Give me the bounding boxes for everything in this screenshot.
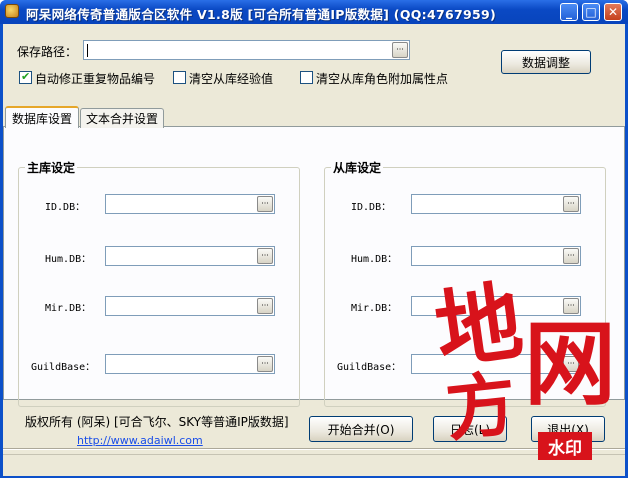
slave-hum-db-label: Hum.DB： [351, 254, 398, 265]
slave-id-db-input[interactable]: ··· [411, 194, 581, 214]
text-caret [87, 44, 88, 57]
app-window: 阿呆网络传奇普通版合区软件 V1.8版 [可合所有普通IP版数据] (QQ:47… [0, 0, 628, 478]
watermark-char-2: 网 [524, 310, 617, 418]
master-guildbase-input[interactable]: ··· [105, 354, 275, 374]
window-title: 阿呆网络传奇普通版合区软件 V1.8版 [可合所有普通IP版数据] (QQ:47… [26, 7, 496, 22]
master-db-title: 主库设定 [25, 159, 78, 176]
master-id-db-label: ID.DB： [45, 202, 86, 213]
slave-id-db-label: ID.DB： [351, 202, 392, 213]
clear-bonus-points-label: 清空从库角色附加属性点 [316, 72, 449, 86]
watermark-char-3: 方 [441, 361, 521, 452]
copyright-text: 版权所有 (阿呆) [可合飞尔、SKY等普通IP版数据] [25, 415, 289, 429]
slave-guildbase-label: GuildBase： [337, 362, 402, 373]
status-bar [3, 454, 625, 476]
data-adjust-button[interactable]: 数据调整 [501, 50, 591, 74]
status-separator [3, 448, 625, 450]
master-mir-db-label: Mir.DB： [45, 303, 92, 314]
slave-mir-db-label: Mir.DB： [351, 303, 398, 314]
tab-database-settings[interactable]: 数据库设置 [5, 106, 79, 128]
auto-fix-item-id-checkbox[interactable]: ✔ [19, 70, 32, 84]
master-id-db-input[interactable]: ··· [105, 194, 275, 214]
master-db-group: 主库设定 ID.DB： ··· Hum.DB： ··· Mir.DB： ··· … [18, 159, 300, 407]
minimize-button[interactable]: _ [560, 3, 578, 21]
save-path-browse-button[interactable]: ··· [392, 42, 408, 58]
auto-fix-item-id-label: 自动修正重复物品编号 [35, 72, 156, 86]
close-button[interactable]: ✕ [604, 3, 622, 21]
slave-db-title: 从库设定 [331, 159, 384, 176]
check-mark-icon: ✔ [21, 70, 31, 83]
slave-id-db-browse-button[interactable]: ··· [563, 196, 579, 212]
watermark-char-1: 地 [429, 270, 529, 383]
website-link[interactable]: http://www.adaiwl.com [77, 434, 203, 447]
clear-exp-label: 清空从库经验值 [189, 72, 274, 86]
tab-text-merge-settings[interactable]: 文本合并设置 [80, 108, 164, 128]
title-bar[interactable]: 阿呆网络传奇普通版合区软件 V1.8版 [可合所有普通IP版数据] (QQ:47… [0, 0, 628, 24]
maximize-button[interactable]: □ [582, 3, 600, 21]
watermark-seal: 水印 [538, 432, 592, 460]
master-hum-db-label: Hum.DB： [45, 254, 92, 265]
slave-hum-db-input[interactable]: ··· [411, 246, 581, 266]
master-hum-db-input[interactable]: ··· [105, 246, 275, 266]
slave-hum-db-browse-button[interactable]: ··· [563, 248, 579, 264]
save-path-input[interactable]: ··· [83, 40, 410, 60]
save-path-label: 保存路径： [17, 45, 78, 59]
master-guildbase-browse-button[interactable]: ··· [257, 356, 273, 372]
clear-bonus-points-checkbox[interactable] [300, 71, 313, 84]
master-mir-db-browse-button[interactable]: ··· [257, 298, 273, 314]
master-guildbase-label: GuildBase： [31, 362, 96, 373]
master-id-db-browse-button[interactable]: ··· [257, 196, 273, 212]
clear-exp-checkbox[interactable] [173, 71, 186, 84]
master-mir-db-input[interactable]: ··· [105, 296, 275, 316]
master-hum-db-browse-button[interactable]: ··· [257, 248, 273, 264]
start-merge-button[interactable]: 开始合并(O) [309, 416, 413, 442]
app-icon [5, 4, 19, 18]
